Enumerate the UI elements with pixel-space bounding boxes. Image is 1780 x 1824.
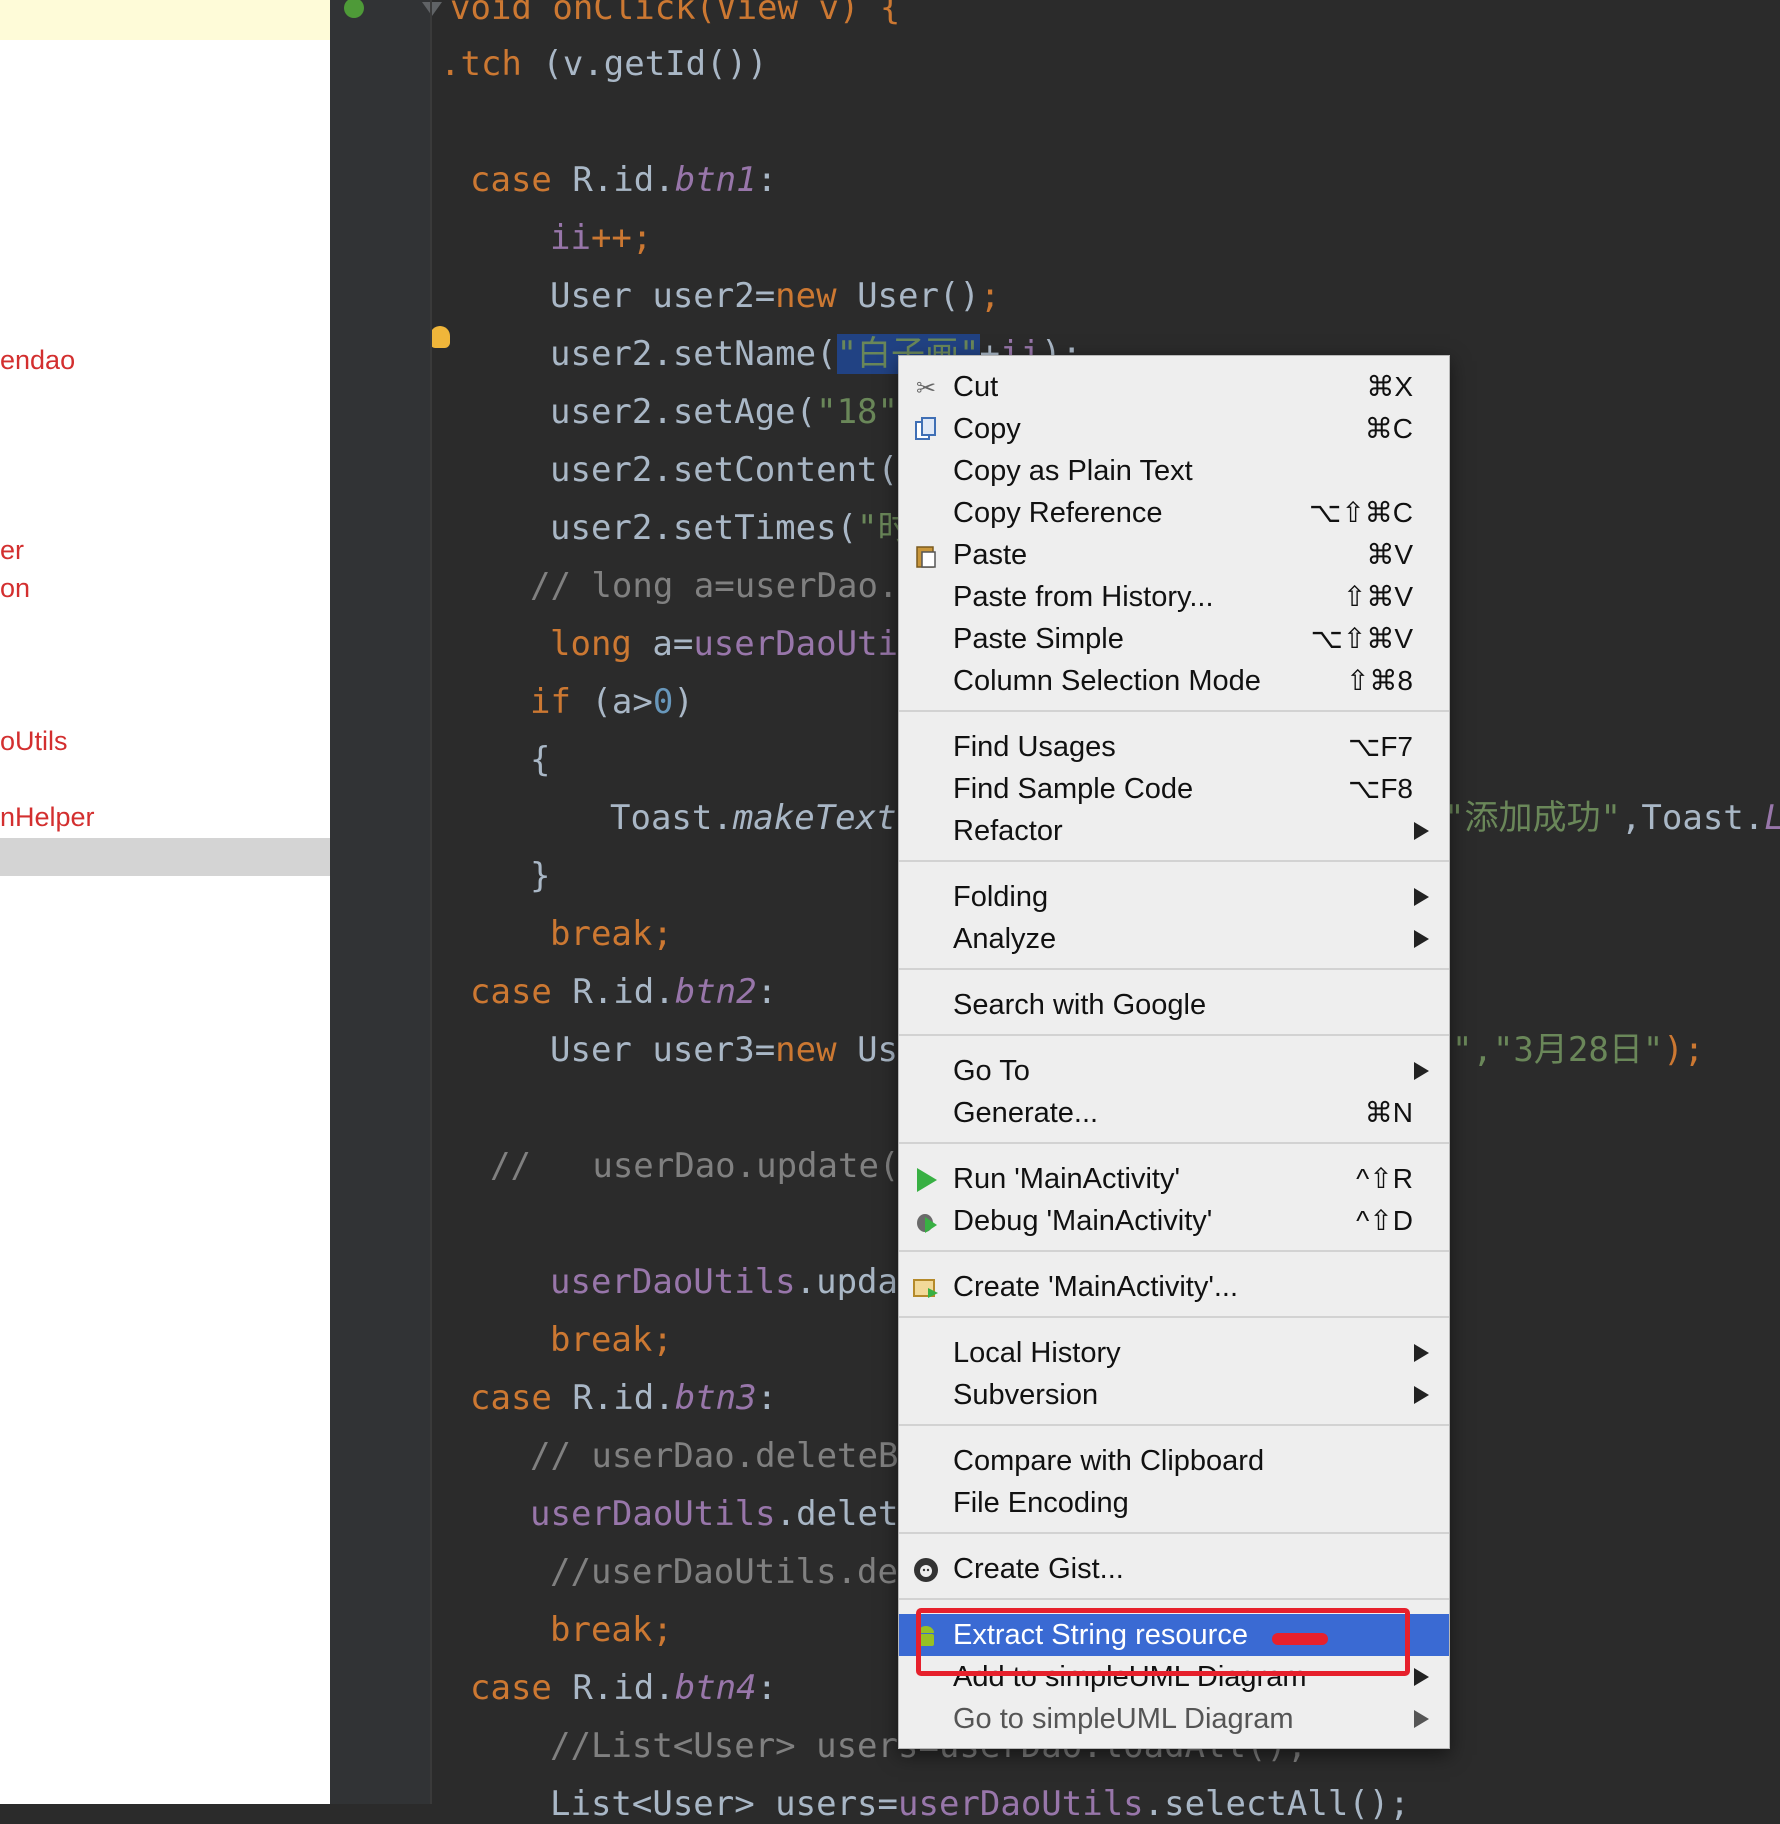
submenu-arrow-icon <box>1414 822 1429 840</box>
code-line: //userDaoUtils.de <box>550 1552 898 1592</box>
fold-icon[interactable] <box>422 2 442 16</box>
lightbulb-icon[interactable] <box>430 326 450 348</box>
menu-item-file-encoding[interactable]: File Encoding <box>899 1482 1449 1524</box>
menu-item-go-to[interactable]: Go To <box>899 1050 1449 1092</box>
menu-item-compare-clipboard[interactable]: Compare with Clipboard <box>899 1440 1449 1482</box>
submenu-arrow-icon <box>1414 1344 1429 1362</box>
run-icon <box>912 1166 940 1194</box>
menu-item-find-usages[interactable]: Find Usages ⌥F7 <box>899 726 1449 768</box>
menu-separator <box>899 1532 1449 1534</box>
code-line: userDaoUtils.updat <box>550 1262 919 1302</box>
code-line: User user2=new User(); <box>550 276 1001 316</box>
menu-separator <box>899 1142 1449 1144</box>
project-item[interactable]: endao <box>0 345 75 376</box>
code-line: if (a>0) <box>530 682 694 722</box>
menu-item-refactor[interactable]: Refactor <box>899 810 1449 852</box>
panel-highlight-row <box>0 0 330 40</box>
menu-item-generate[interactable]: Generate... ⌘N <box>899 1092 1449 1134</box>
menu-item-create-gist[interactable]: Create Gist... <box>899 1548 1449 1590</box>
submenu-arrow-icon <box>1414 1386 1429 1404</box>
override-marker-icon[interactable] <box>344 0 364 18</box>
code-line: case R.id.btn4: <box>470 1668 778 1708</box>
menu-separator <box>899 1424 1449 1426</box>
editor-gutter <box>330 0 450 1804</box>
code-line: case R.id.btn2: <box>470 972 778 1012</box>
paste-icon <box>912 542 940 570</box>
code-line: break; <box>550 1610 673 1650</box>
code-line: // userDao.deleteBy <box>530 1436 919 1476</box>
menu-item-search-google[interactable]: Search with Google <box>899 984 1449 1026</box>
menu-item-paste-history[interactable]: Paste from History... ⇧⌘V <box>899 576 1449 618</box>
code-line: { <box>530 740 551 780</box>
panel-selected-row[interactable] <box>0 838 330 876</box>
code-line: user2.setTimes("时 <box>550 508 912 548</box>
project-item[interactable]: on <box>0 573 30 604</box>
create-config-icon <box>912 1274 940 1302</box>
menu-item-copy-reference[interactable]: Copy Reference ⌥⇧⌘C <box>899 492 1449 534</box>
debug-icon <box>912 1208 940 1236</box>
code-line: userDaoUtils.delete <box>530 1494 919 1534</box>
code-line: break; <box>550 914 673 954</box>
code-line: break; <box>550 1320 673 1360</box>
menu-item-goto-simpleuml[interactable]: Go to simpleUML Diagram <box>899 1698 1449 1740</box>
submenu-arrow-icon <box>1414 1062 1429 1080</box>
code-line: case R.id.btn1: <box>470 160 778 200</box>
code-line: case R.id.btn3: <box>470 1378 778 1418</box>
code-line: "添加成功",Toast.LENG <box>1444 798 1780 838</box>
menu-item-analyze[interactable]: Analyze <box>899 918 1449 960</box>
menu-item-paste-simple[interactable]: Paste Simple ⌥⇧⌘V <box>899 618 1449 660</box>
menu-separator <box>899 860 1449 862</box>
code-line: .tch (v.getId()) <box>440 44 768 84</box>
menu-item-run[interactable]: Run 'MainActivity' ^⇧R <box>899 1158 1449 1200</box>
code-line: void onClick(View v) { <box>450 0 901 28</box>
project-item[interactable]: nHelper <box>0 802 95 833</box>
menu-item-copy-plain-text[interactable]: Copy as Plain Text <box>899 450 1449 492</box>
submenu-arrow-icon <box>1414 888 1429 906</box>
menu-item-paste[interactable]: Paste ⌘V <box>899 534 1449 576</box>
code-line: ii++; <box>550 218 653 258</box>
menu-item-cut[interactable]: ✂ Cut ⌘X <box>899 366 1449 408</box>
code-line: user2.setContent(" <box>550 450 918 490</box>
menu-item-local-history[interactable]: Local History <box>899 1332 1449 1374</box>
submenu-arrow-icon <box>1414 930 1429 948</box>
menu-item-find-sample-code[interactable]: Find Sample Code ⌥F8 <box>899 768 1449 810</box>
submenu-arrow-icon <box>1414 1668 1429 1686</box>
code-line: Toast.makeText <box>610 798 897 838</box>
code-line: // long a=userDao.ins <box>530 566 960 606</box>
menu-separator <box>899 1598 1449 1600</box>
menu-item-subversion[interactable]: Subversion <box>899 1374 1449 1416</box>
menu-separator <box>899 968 1449 970</box>
menu-separator <box>899 1316 1449 1318</box>
menu-item-create-config[interactable]: Create 'MainActivity'... <box>899 1266 1449 1308</box>
code-line: List<User> users=userDaoUtils.selectAll(… <box>550 1784 1410 1824</box>
context-menu: ✂ Cut ⌘X Copy ⌘C Copy as Plain Text Copy… <box>898 355 1450 1749</box>
code-line: long a=userDaoUti <box>550 624 899 664</box>
project-item[interactable]: er <box>0 535 24 566</box>
menu-item-debug[interactable]: Debug 'MainActivity' ^⇧D <box>899 1200 1449 1242</box>
menu-separator <box>899 1034 1449 1036</box>
copy-icon <box>912 416 940 444</box>
code-line: user2.setAge("18" <box>550 392 898 432</box>
scissors-icon: ✂ <box>915 374 937 402</box>
fold-guide <box>430 0 432 1804</box>
code-line: ","3月28日"); <box>1452 1030 1705 1070</box>
code-line: } <box>530 856 551 896</box>
code-line: User user3=new Us <box>550 1030 899 1070</box>
annotation-highlight-box <box>916 1608 1410 1676</box>
project-panel: endao er on oUtils nHelper <box>0 0 330 1804</box>
github-icon <box>912 1556 940 1584</box>
menu-item-folding[interactable]: Folding <box>899 876 1449 918</box>
menu-separator <box>899 1250 1449 1252</box>
submenu-arrow-icon <box>1414 1710 1429 1728</box>
menu-item-copy[interactable]: Copy ⌘C <box>899 408 1449 450</box>
annotation-red-mark <box>1272 1633 1328 1645</box>
project-item[interactable]: oUtils <box>0 726 68 757</box>
menu-item-column-selection[interactable]: Column Selection Mode ⇧⌘8 <box>899 660 1449 702</box>
menu-separator <box>899 710 1449 712</box>
code-line: // userDao.update(u <box>490 1146 920 1186</box>
